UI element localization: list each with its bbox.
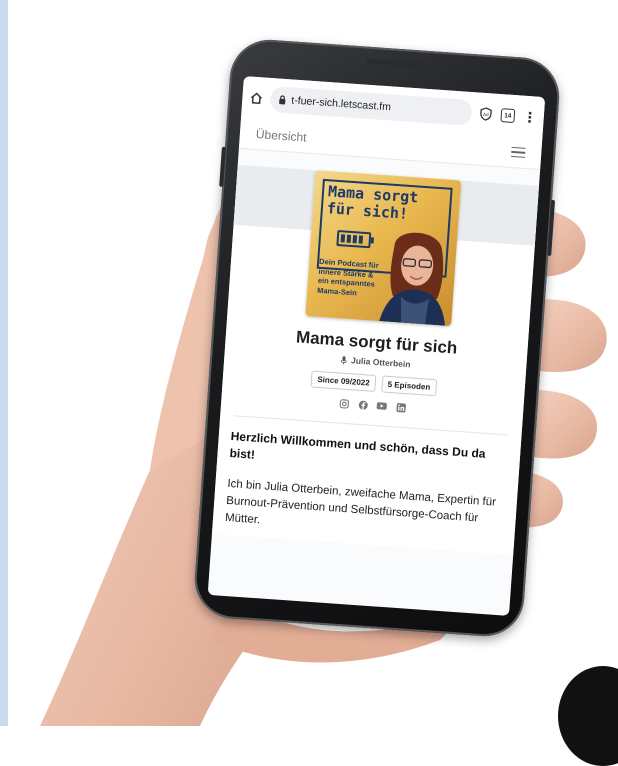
hamburger-menu-icon[interactable]	[510, 146, 526, 159]
more-menu-icon[interactable]: ⋮	[521, 109, 538, 126]
since-badge: Since 09/2022	[310, 370, 377, 393]
lock-icon	[279, 95, 286, 105]
svg-text:Ad: Ad	[483, 112, 489, 118]
microphone-icon	[340, 355, 347, 364]
podcast-header: Mama sorgt für sich! Dein Podcast für in…	[211, 164, 540, 556]
episodes-badge[interactable]: 5 Episoden	[381, 375, 437, 397]
podcast-cover-image: Mama sorgt für sich! Dein Podcast für in…	[305, 170, 462, 327]
smartphone: t-fuer-sich.letscast.fm Ad 14 ⋮ Übersich…	[192, 37, 562, 639]
instagram-icon[interactable]	[338, 397, 350, 409]
address-bar[interactable]: t-fuer-sich.letscast.fm	[269, 86, 473, 127]
welcome-heading: Herzlich Willkommen und schön, dass Du d…	[229, 429, 486, 462]
youtube-icon[interactable]	[376, 400, 388, 412]
phone-screen: t-fuer-sich.letscast.fm Ad 14 ⋮ Übersich…	[207, 76, 546, 616]
facebook-icon[interactable]	[357, 399, 369, 411]
host-portrait	[379, 232, 446, 326]
linkedin-icon[interactable]	[395, 401, 407, 413]
podcast-description: Herzlich Willkommen und schön, dass Du d…	[212, 415, 521, 547]
intro-text: Ich bin Julia Otterbein, zweifache Mama,…	[224, 477, 497, 527]
battery-icon	[336, 229, 372, 249]
adblock-icon[interactable]: Ad	[477, 106, 494, 123]
url-text: t-fuer-sich.letscast.fm	[290, 94, 392, 114]
author-name: Julia Otterbein	[350, 355, 411, 370]
home-icon[interactable]	[248, 89, 265, 106]
nav-overview-link[interactable]: Übersicht	[255, 127, 307, 145]
tab-count-badge: 14	[500, 108, 516, 124]
cover-subtitle: Dein Podcast für innere Stärke & ein ent…	[316, 256, 379, 297]
tabs-button[interactable]: 14	[499, 107, 516, 124]
